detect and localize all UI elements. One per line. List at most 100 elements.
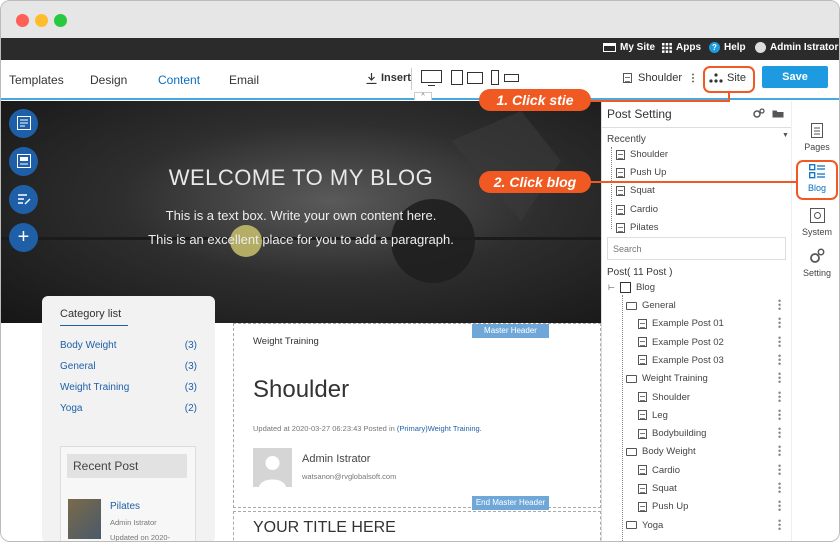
recently-heading: Recently — [607, 134, 646, 145]
post-setting-panel: Post Setting Recently ▼ Shoulder Push Up… — [601, 101, 792, 541]
category-item[interactable]: Yoga (2) — [60, 403, 197, 424]
desktop-view-icon[interactable] — [421, 70, 442, 86]
drag-handle-icon[interactable]: • • • — [778, 388, 781, 405]
drag-handle-icon[interactable]: • • • — [778, 461, 781, 478]
tree-folder[interactable]: Yoga — [626, 520, 663, 531]
apps-link[interactable]: Apps — [662, 42, 701, 53]
drag-handle-icon[interactable]: • • • — [778, 351, 781, 368]
breadcrumb[interactable]: Weight Training — [253, 336, 319, 347]
file-icon — [616, 222, 625, 233]
tree-post[interactable]: Leg — [638, 410, 668, 421]
sidebar-item-system[interactable]: System — [792, 208, 839, 237]
category-item[interactable]: Weight Training (3) — [60, 382, 197, 403]
user-menu[interactable]: Admin Istrator — [755, 42, 838, 53]
drag-handle-icon[interactable]: • • • — [778, 333, 781, 350]
page-selector[interactable]: Shoulder ⋮ — [623, 72, 698, 84]
drag-handle-icon[interactable]: • • • — [778, 516, 781, 533]
tree-post[interactable]: Example Post 02 — [638, 337, 724, 348]
add-element-button[interactable]: + — [9, 223, 38, 252]
insert-button[interactable]: Insert — [366, 72, 411, 84]
drag-handle-icon[interactable]: • • • — [778, 406, 781, 423]
category-title: Category list — [60, 308, 122, 320]
drag-handle-icon[interactable]: • • • — [778, 443, 781, 460]
folder-icon — [626, 374, 637, 383]
recent-item-label: Push Up — [630, 167, 667, 178]
tree-root-blog[interactable]: ⊢ Blog — [608, 282, 655, 293]
sidebar-item-label: Setting — [802, 268, 832, 278]
tree-post[interactable]: Bodybuilding — [638, 428, 706, 439]
post-category-link[interactable]: (Primary)Weight Training. — [397, 424, 482, 433]
apps-label: Apps — [676, 42, 701, 53]
maximize-window-button[interactable] — [54, 14, 67, 27]
tree-folder[interactable]: Weight Training — [626, 373, 708, 384]
post-meta: Updated at 2020-03-27 06:23:43 Posted in… — [253, 424, 482, 433]
drag-handle-icon[interactable]: • • • — [778, 297, 781, 314]
category-list: Body Weight (3) General (3) Weight Trainin… — [60, 340, 197, 424]
sidebar-item-pages[interactable]: Pages — [792, 123, 839, 152]
step2-callout: 2. Click blog — [479, 171, 591, 193]
post-meta-text: Updated at 2020-03-27 06:23:43 Posted in — [253, 424, 395, 433]
tree-post[interactable]: Example Post 01 — [638, 318, 724, 329]
master-header-tag: Master Header — [472, 324, 549, 338]
your-title-heading[interactable]: YOUR TITLE HERE — [253, 519, 396, 537]
tab-content[interactable]: Content — [158, 73, 200, 87]
drag-handle-icon[interactable]: • • • — [778, 498, 781, 515]
tree-post[interactable]: Cardio — [638, 465, 680, 476]
tree-post[interactable]: Example Post 03 — [638, 355, 724, 366]
tree-post[interactable]: Push Up — [638, 501, 688, 512]
mobile-view-icon[interactable] — [491, 70, 521, 86]
tree-folder[interactable]: Body Weight — [626, 446, 696, 457]
sidebar-item-label: System — [801, 227, 832, 237]
recent-item[interactable]: Push Up — [616, 167, 666, 178]
category-item[interactable]: Body Weight (3) — [60, 340, 197, 361]
tab-templates[interactable]: Templates — [9, 73, 64, 87]
recent-post-author: Admin Istrator — [110, 518, 157, 527]
my-site-link[interactable]: My Site — [603, 42, 655, 53]
minimize-window-button[interactable] — [35, 14, 48, 27]
hero-text-2[interactable]: This is an excellent place for you to ad… — [1, 232, 601, 247]
drag-handle-icon[interactable]: • • • — [778, 425, 781, 442]
recent-item[interactable]: Cardio — [616, 204, 658, 215]
recent-item[interactable]: Squat — [616, 185, 655, 196]
gears-icon[interactable] — [753, 108, 765, 119]
recent-item-label: Shoulder — [630, 149, 669, 160]
avatar-icon — [755, 42, 766, 53]
close-window-button[interactable] — [16, 14, 29, 27]
folder-open-icon[interactable] — [772, 109, 784, 118]
drag-handle-icon[interactable]: • • • — [778, 370, 781, 387]
category-name: Body Weight — [60, 340, 117, 351]
tree-item-label: Shoulder — [652, 391, 691, 403]
post-thumbnail[interactable] — [68, 499, 101, 539]
tab-email[interactable]: Email — [229, 73, 259, 87]
help-label: Help — [724, 42, 746, 53]
help-link[interactable]: ? Help — [709, 42, 746, 53]
drag-handle-icon[interactable]: • • • — [778, 315, 781, 332]
callout-connector — [591, 181, 797, 183]
category-item[interactable]: General (3) — [60, 361, 197, 382]
edit-text-button[interactable] — [9, 185, 38, 214]
tree-post[interactable]: Squat — [638, 483, 677, 494]
search-input[interactable] — [607, 237, 786, 260]
post-title[interactable]: Shoulder — [253, 376, 349, 404]
hero-text-1[interactable]: This is a text box. Write your own conte… — [1, 208, 601, 223]
tablet-view-icon[interactable] — [451, 70, 483, 86]
recent-item[interactable]: Shoulder — [616, 149, 668, 160]
widget-panel-button[interactable] — [9, 109, 38, 138]
save-button[interactable]: Save — [762, 66, 828, 88]
recent-item[interactable]: Pilates — [616, 222, 659, 233]
section-panel-button[interactable] — [9, 147, 38, 176]
folder-icon — [626, 301, 637, 310]
sidebar-item-setting[interactable]: Setting — [792, 248, 839, 278]
step1-callout: 1. Click stie — [479, 89, 591, 111]
collapse-toolbar-icon[interactable]: ^ — [414, 92, 432, 100]
tree-folder[interactable]: General — [626, 300, 676, 311]
tree-post[interactable]: Shoulder — [638, 392, 690, 403]
drag-handle-icon[interactable]: • • • — [778, 480, 781, 497]
callout-connector — [728, 93, 730, 102]
tree-item-label: Example Post 02 — [652, 336, 724, 348]
collapse-arrow-icon[interactable]: ▼ — [782, 132, 789, 139]
recent-post-link[interactable]: Pilates — [110, 501, 140, 512]
tab-design[interactable]: Design — [90, 73, 127, 87]
more-icon[interactable]: ⋮ — [688, 73, 698, 84]
category-count: (3) — [184, 382, 197, 393]
